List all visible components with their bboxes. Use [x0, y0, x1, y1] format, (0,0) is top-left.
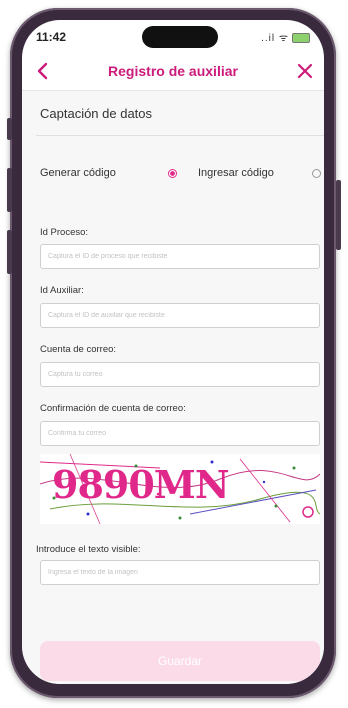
captcha-input[interactable]: [40, 560, 320, 585]
page-title: Registro de auxiliar: [108, 63, 238, 79]
captcha-label: Introduce el texto visible:: [36, 544, 141, 555]
radio-unselected-icon[interactable]: [312, 169, 321, 178]
radio-generate-code[interactable]: Generar código: [36, 163, 177, 185]
side-button: [7, 118, 12, 140]
email-label: Cuenta de correo:: [40, 344, 117, 355]
captcha-image: 9890MN: [40, 454, 320, 524]
radio-enter-label: Ingresar código: [198, 167, 274, 179]
radio-generate-label: Generar código: [40, 167, 116, 179]
radio-selected-icon[interactable]: [168, 169, 177, 178]
email-confirm-label: Confirmación de cuenta de correo:: [40, 403, 186, 414]
battery-icon: [292, 33, 310, 44]
section-title: Captación de datos: [40, 106, 153, 121]
app-screen: 11:42 ..il ᯤ Registro de auxiliar Captac…: [22, 20, 324, 684]
side-button: [7, 230, 12, 274]
form-content: Captación de datos Generar código Ingres…: [22, 91, 324, 684]
process-id-input[interactable]: [40, 244, 320, 269]
submit-button[interactable]: Guardar: [40, 641, 320, 681]
side-button: [336, 180, 341, 250]
process-id-label: Id Proceso:: [40, 227, 89, 238]
close-icon: [297, 63, 313, 79]
status-icons: ..il ᯤ: [261, 30, 310, 44]
status-bar: 11:42 ..il ᯤ: [22, 20, 324, 54]
captcha-text: 9890MN: [52, 462, 230, 507]
signal-wifi-icon: ..il ᯤ: [261, 33, 289, 44]
aux-id-label: Id Auxiliar:: [40, 285, 84, 296]
section-divider: [36, 135, 324, 136]
code-mode-radio-group: Generar código Ingresar código: [36, 163, 324, 185]
status-time: 11:42: [36, 30, 67, 44]
email-input[interactable]: [40, 362, 320, 387]
dynamic-island: [142, 26, 218, 48]
aux-id-input[interactable]: [40, 303, 320, 328]
radio-enter-code[interactable]: Ingresar código: [198, 163, 324, 185]
side-button: [7, 168, 12, 212]
email-confirm-input[interactable]: [40, 421, 320, 446]
nav-bar: Registro de auxiliar: [22, 54, 324, 91]
close-button[interactable]: [294, 60, 316, 82]
